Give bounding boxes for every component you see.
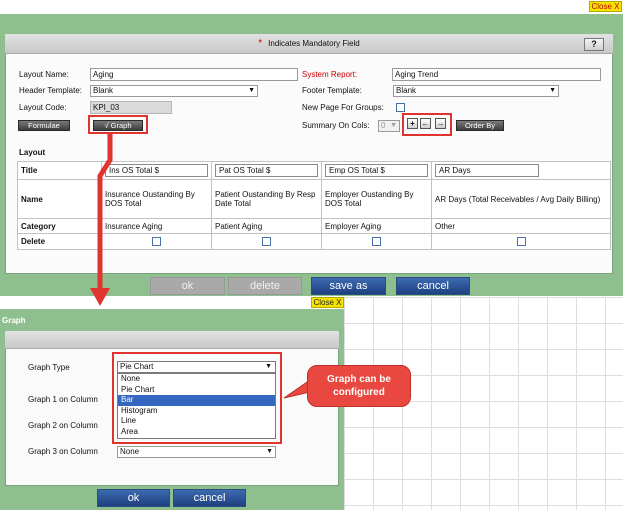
graph-callout: Graph can be configured	[307, 365, 411, 407]
callout-line-2: configured	[333, 387, 385, 398]
annotation-arrows	[90, 134, 311, 399]
arrow-head-icon	[90, 288, 110, 306]
callout-line-1: Graph can be	[327, 374, 391, 385]
arrow-down-icon	[97, 134, 113, 290]
